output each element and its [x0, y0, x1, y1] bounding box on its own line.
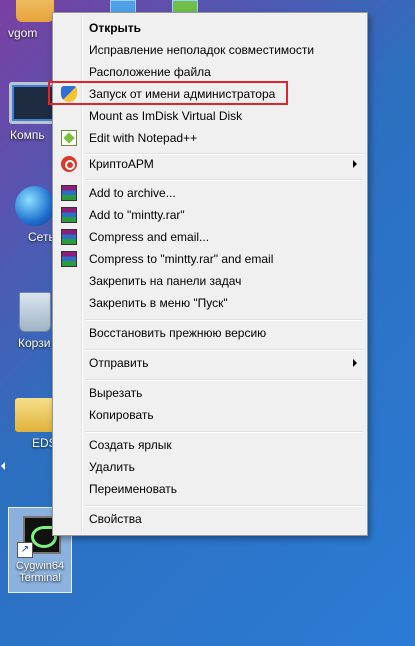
- winrar-icon: [61, 185, 77, 201]
- menu-item-restore-previous-version[interactable]: Восстановить прежнюю версию: [55, 322, 365, 344]
- submenu-arrow-icon: [353, 160, 357, 168]
- menu-item-label: Переименовать: [89, 482, 177, 496]
- menu-item-edit-notepad-plus-plus[interactable]: Edit with Notepad++: [55, 127, 365, 149]
- menu-item-label: Add to archive...: [89, 186, 176, 200]
- menu-separator: [85, 379, 363, 381]
- submenu-arrow-icon: [353, 359, 357, 367]
- cygwin-label-line1: Cygwin64: [15, 560, 65, 572]
- menu-item-label: Исправление неполадок совместимости: [89, 43, 315, 57]
- menu-item-troubleshoot-compatibility[interactable]: Исправление неполадок совместимости: [55, 39, 365, 61]
- menu-item-label: Расположение файла: [89, 65, 211, 79]
- menu-separator: [85, 505, 363, 507]
- highlight-annotation-box: [48, 81, 288, 105]
- menu-separator: [85, 349, 363, 351]
- menu-item-cryptoarm[interactable]: КриптоАРМ: [55, 153, 365, 175]
- folder-icon: [15, 398, 55, 432]
- menu-item-label: Закрепить в меню "Пуск": [89, 296, 228, 310]
- menu-item-label: Создать ярлык: [89, 438, 172, 452]
- menu-item-label: Отправить: [89, 356, 149, 370]
- menu-item-label: КриптоАРМ: [89, 157, 154, 171]
- menu-item-rename[interactable]: Переименовать: [55, 478, 365, 500]
- menu-item-delete[interactable]: Удалить: [55, 456, 365, 478]
- menu-item-cut[interactable]: Вырезать: [55, 382, 365, 404]
- menu-separator: [85, 431, 363, 433]
- winrar-icon: [61, 229, 77, 245]
- menu-separator: [85, 319, 363, 321]
- menu-item-compress-to-mintty-rar-and-email[interactable]: Compress to "mintty.rar" and email: [55, 248, 365, 270]
- shortcut-arrow-icon: ↗: [17, 542, 33, 558]
- menu-item-compress-and-email[interactable]: Compress and email...: [55, 226, 365, 248]
- network-globe-icon: [15, 186, 55, 226]
- menu-item-label: Восстановить прежнюю версию: [89, 326, 267, 340]
- winrar-icon: [61, 207, 77, 223]
- scroll-left-arrow-icon: [1, 462, 5, 470]
- desktop-icon-label: Cygwin64 Terminal: [9, 560, 71, 584]
- menu-item-label: Edit with Notepad++: [89, 131, 198, 145]
- menu-item-open[interactable]: Открыть: [55, 17, 365, 39]
- menu-item-pin-to-taskbar[interactable]: Закрепить на панели задач: [55, 270, 365, 292]
- menu-item-label: Открыть: [89, 21, 142, 35]
- menu-item-mount-imdisk[interactable]: Mount as ImDisk Virtual Disk: [55, 105, 365, 127]
- menu-item-label: Add to "mintty.rar": [89, 208, 185, 222]
- cygwin-label-line2: Terminal: [19, 572, 61, 584]
- menu-item-label: Удалить: [89, 460, 135, 474]
- menu-item-label: Compress to "mintty.rar" and email: [89, 252, 274, 266]
- menu-item-label: Вырезать: [89, 386, 143, 400]
- menu-item-send-to[interactable]: Отправить: [55, 352, 365, 374]
- menu-item-add-to-archive[interactable]: Add to archive...: [55, 182, 365, 204]
- menu-item-create-shortcut[interactable]: Создать ярлык: [55, 434, 365, 456]
- menu-item-add-to-mintty-rar[interactable]: Add to "mintty.rar": [55, 204, 365, 226]
- menu-item-label: Копировать: [89, 408, 154, 422]
- menu-item-properties[interactable]: Свойства: [55, 508, 365, 530]
- cryptoarm-icon: [61, 156, 77, 172]
- user-folder-icon: [16, 0, 54, 22]
- menu-item-label: Mount as ImDisk Virtual Disk: [89, 109, 243, 123]
- notepad-plus-plus-icon: [61, 130, 77, 146]
- menu-item-label: Свойства: [89, 512, 142, 526]
- menu-item-label: Compress and email...: [89, 230, 210, 244]
- menu-item-pin-to-start-menu[interactable]: Закрепить в меню "Пуск": [55, 292, 365, 314]
- recycle-bin-icon: [19, 292, 51, 332]
- desktop: vgom Компь Сеть Корзи EDS ↗ Cygwin64 Ter…: [0, 0, 415, 646]
- menu-separator: [85, 179, 363, 181]
- menu-item-copy[interactable]: Копировать: [55, 404, 365, 426]
- winrar-icon: [61, 251, 77, 267]
- menu-item-open-file-location[interactable]: Расположение файла: [55, 61, 365, 83]
- menu-item-label: Закрепить на панели задач: [89, 274, 242, 288]
